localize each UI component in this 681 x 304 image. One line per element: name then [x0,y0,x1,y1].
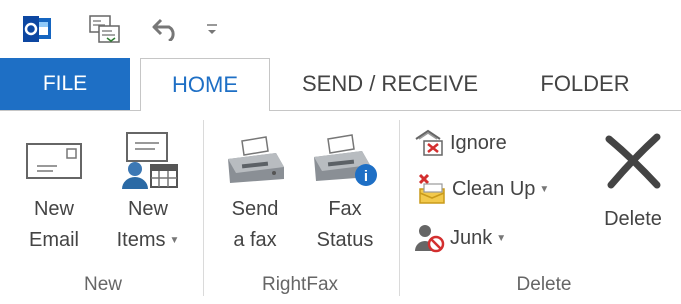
send-receive-all-icon[interactable] [86,14,122,44]
ignore-button[interactable]: Ignore [414,126,507,160]
new-items-label-text: Items [116,229,166,251]
tab-home[interactable]: HOME [140,58,270,111]
svg-text:i: i [364,168,368,185]
ribbon-border [270,110,681,111]
junk-button[interactable]: Junk ▼ [414,221,506,255]
ignore-icon [414,129,446,157]
group-label-delete: Delete [516,274,572,295]
send-fax-button[interactable]: Send a fax [214,128,296,256]
outlook-icon[interactable] [22,14,52,44]
tab-file[interactable]: FILE [0,58,130,110]
undo-icon[interactable] [150,14,182,44]
group-separator [399,120,400,296]
fax-status-label-line1: Fax [328,198,362,220]
ribbon-border [0,110,140,111]
ribbon-tabs: FILE HOME SEND / RECEIVE FOLDER [0,58,681,111]
new-items-icon [115,128,181,194]
new-items-label-line1: New [127,198,168,220]
group-label-new: New [83,274,122,295]
fax-status-icon: i [310,128,380,194]
fax-machine-icon [222,128,288,194]
group-separator [203,120,204,296]
new-email-label-line2: Email [28,229,79,251]
delete-label: Delete [604,208,662,230]
tab-send-receive[interactable]: SEND / RECEIVE [290,58,490,110]
send-fax-label-line1: Send [231,198,279,220]
new-email-button[interactable]: New Email [14,128,94,256]
send-fax-label-line2: a fax [233,229,277,251]
junk-icon [414,223,446,253]
fax-status-button[interactable]: i Fax Status [304,128,386,256]
clean-up-label: Clean Up [452,177,536,200]
new-items-button[interactable]: New Items ▼ [104,128,192,256]
dropdown-caret-icon: ▼ [496,232,507,244]
delete-x-icon [603,128,663,194]
new-email-label-line1: New [33,198,74,220]
tab-folder[interactable]: FOLDER [515,58,655,110]
ignore-label: Ignore [450,131,507,154]
fax-status-label-line2: Status [316,229,374,251]
clean-up-icon [414,173,448,205]
delete-button[interactable]: Delete [588,128,678,235]
customize-qat-icon[interactable] [202,14,222,44]
dropdown-caret-icon: ▼ [539,183,550,195]
envelope-icon [25,128,83,194]
group-label-rightfax: RightFax [261,274,339,295]
dropdown-caret-icon: ▼ [169,235,180,246]
clean-up-button[interactable]: Clean Up ▼ [414,172,549,206]
quick-access-toolbar [0,0,681,58]
junk-label: Junk [450,226,493,249]
new-items-label-line2: Items ▼ [117,225,180,256]
